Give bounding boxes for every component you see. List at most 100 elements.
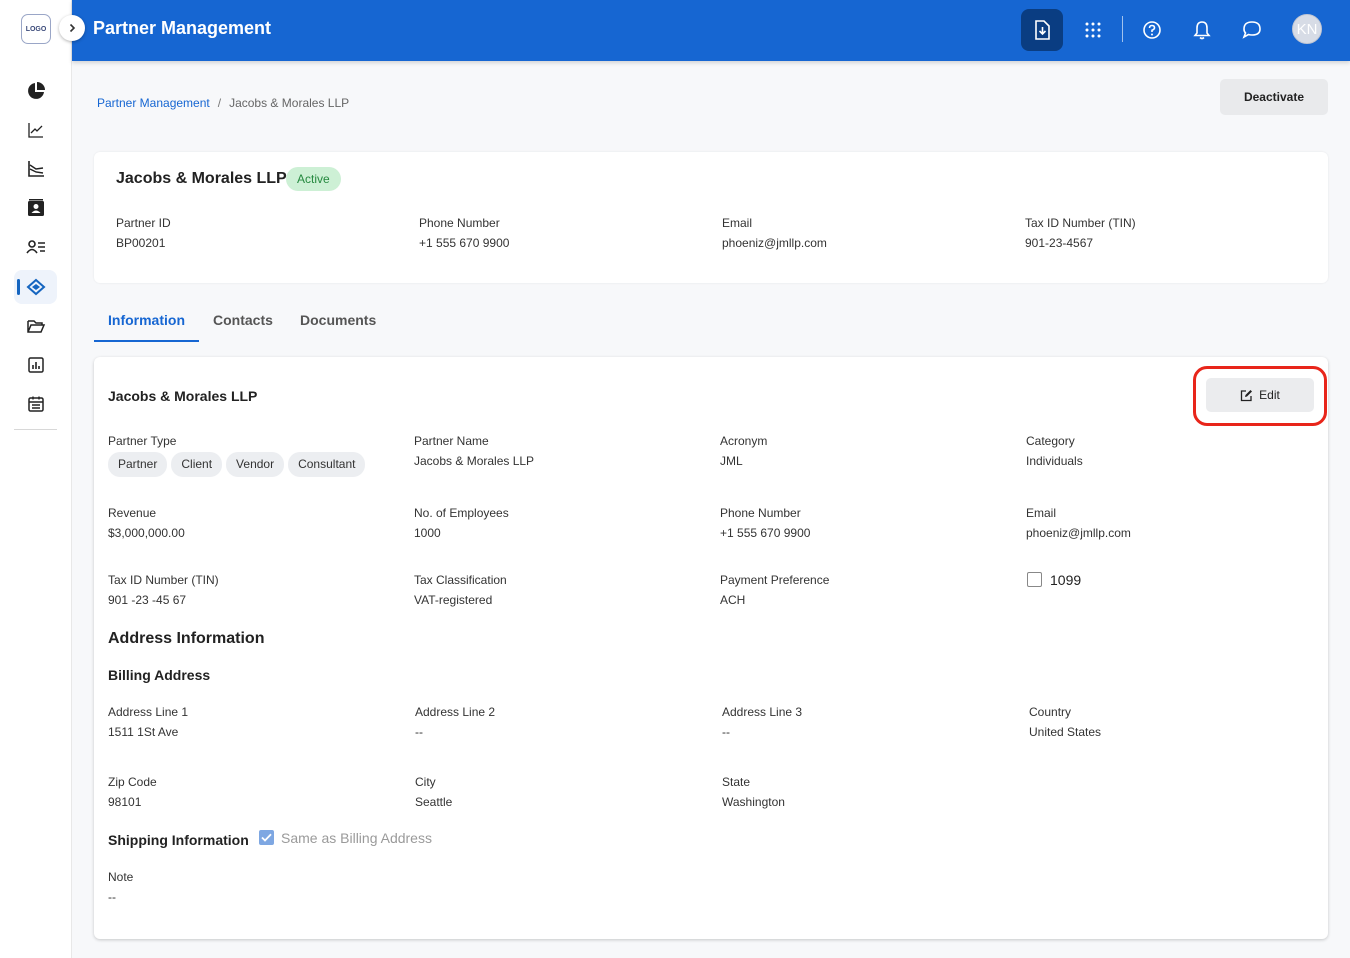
header-separator xyxy=(1122,16,1123,42)
pie-chart-icon xyxy=(27,82,45,99)
field-address-line-3: Address Line 3 -- xyxy=(722,705,802,739)
line-chart-icon xyxy=(27,123,43,138)
same-as-billing-checkbox[interactable] xyxy=(259,830,274,845)
field-value: Individuals xyxy=(1026,454,1083,468)
sidebar-item-users[interactable] xyxy=(14,230,57,264)
help-icon xyxy=(1143,21,1161,39)
field-tin: Tax ID Number (TIN) 901 -23 -45 67 xyxy=(108,573,219,607)
address-section-title: Address Information xyxy=(108,630,265,647)
field-country: Country United States xyxy=(1029,705,1101,739)
breadcrumb-current: Jacobs & Morales LLP xyxy=(229,96,350,110)
sidebar-item-partners[interactable] xyxy=(14,270,57,304)
sidebar-item-contacts[interactable] xyxy=(14,191,57,225)
field-revenue: Revenue $3,000,000.00 xyxy=(108,506,185,540)
field-label: Zip Code xyxy=(108,775,157,789)
notifications-button[interactable] xyxy=(1181,9,1223,51)
breadcrumb-parent-link[interactable]: Partner Management xyxy=(97,96,210,110)
field-label: Country xyxy=(1029,705,1072,719)
sidebar-item-analytics[interactable] xyxy=(14,113,57,147)
summary-partner-id: Partner ID BP00201 xyxy=(116,216,171,250)
field-value: -- xyxy=(415,725,423,739)
form-1099-checkbox[interactable] xyxy=(1027,572,1042,587)
information-card: Jacobs & Morales LLP Edit Partner Type P… xyxy=(94,357,1328,939)
field-value: 1511 1St Ave xyxy=(108,725,179,739)
chat-button[interactable] xyxy=(1231,9,1273,51)
sidebar-divider xyxy=(14,429,57,430)
chevron-right-icon xyxy=(69,23,76,33)
edit-button-label: Edit xyxy=(1259,388,1280,402)
field-value: phoeniz@jmllp.com xyxy=(722,236,827,250)
field-value: United States xyxy=(1029,725,1102,739)
field-payment-preference: Payment Preference ACH xyxy=(720,573,829,607)
chip-consultant: Consultant xyxy=(288,452,366,477)
chip-client: Client xyxy=(171,452,223,477)
field-value: Washington xyxy=(722,795,785,809)
edit-icon xyxy=(1241,389,1253,401)
field-value: phoeniz@jmllp.com xyxy=(1026,526,1131,540)
field-label: Tax ID Number (TIN) xyxy=(108,573,219,587)
field-city: City Seattle xyxy=(415,775,452,809)
field-value: ACH xyxy=(720,593,746,607)
field-partner-type: Partner Type Partner Client Vendor Consu… xyxy=(108,434,369,477)
field-label: No. of Employees xyxy=(414,506,509,520)
field-employees: No. of Employees 1000 xyxy=(414,506,509,540)
trend-chart-icon xyxy=(27,161,44,177)
edit-button[interactable]: Edit xyxy=(1206,378,1314,412)
apps-grid-icon xyxy=(1085,22,1101,38)
field-value: +1 555 670 9900 xyxy=(419,236,510,250)
info-title: Jacobs & Morales LLP xyxy=(108,388,258,404)
field-label: Note xyxy=(108,870,134,884)
status-badge: Active xyxy=(286,167,341,191)
chat-icon xyxy=(1242,21,1261,39)
tab-documents[interactable]: Documents xyxy=(300,312,376,328)
field-value: -- xyxy=(108,890,116,904)
field-label: Tax ID Number (TIN) xyxy=(1025,216,1136,230)
field-label: Payment Preference xyxy=(720,573,830,587)
help-button[interactable] xyxy=(1131,9,1173,51)
sidebar: LOGO xyxy=(0,0,85,958)
field-value: 901 -23 -45 67 xyxy=(108,593,187,607)
field-label: Tax Classification xyxy=(414,573,507,587)
field-value: 901-23-4567 xyxy=(1025,236,1094,250)
partner-name-heading: Jacobs & Morales LLP xyxy=(116,170,287,187)
chip-partner: Partner xyxy=(108,452,168,477)
field-label: State xyxy=(722,775,751,789)
sidebar-item-reports[interactable] xyxy=(14,348,57,382)
field-value: Seattle xyxy=(415,795,453,809)
user-list-icon xyxy=(25,240,45,254)
breadcrumb-separator: / xyxy=(217,96,222,110)
sidebar-item-trends[interactable] xyxy=(14,152,57,186)
field-phone: Phone Number +1 555 670 9900 xyxy=(720,506,810,540)
contact-book-icon xyxy=(27,199,44,216)
shipping-information-title: Shipping Information xyxy=(108,832,249,848)
chip-vendor: Vendor xyxy=(226,452,285,477)
sidebar-item-dashboard[interactable] xyxy=(14,74,57,108)
deactivate-button[interactable]: Deactivate xyxy=(1220,79,1328,115)
report-icon xyxy=(27,357,44,373)
sidebar-item-files[interactable] xyxy=(14,309,57,343)
field-value: 1000 xyxy=(414,526,441,540)
app-logo[interactable]: LOGO xyxy=(21,14,51,44)
tab-contacts[interactable]: Contacts xyxy=(213,312,273,328)
active-tab-indicator xyxy=(94,340,199,342)
field-address-line-2: Address Line 2 -- xyxy=(415,705,495,739)
field-label: Acronym xyxy=(720,434,768,448)
sidebar-item-calendar[interactable] xyxy=(14,387,57,421)
apps-grid-button[interactable] xyxy=(1072,9,1114,51)
partner-summary-card: Jacobs & Morales LLP Active Partner ID B… xyxy=(94,152,1328,283)
top-header: Partner Management KN xyxy=(72,0,1350,61)
field-value: 98101 xyxy=(108,795,142,809)
field-category: Category Individuals xyxy=(1026,434,1083,468)
download-doc-icon xyxy=(1035,20,1050,40)
download-doc-button[interactable] xyxy=(1021,9,1063,51)
tab-information[interactable]: Information xyxy=(108,312,185,328)
same-as-billing-label: Same as Billing Address xyxy=(281,830,432,846)
field-label: City xyxy=(415,775,436,789)
user-avatar[interactable]: KN xyxy=(1292,14,1322,44)
folder-open-icon xyxy=(26,320,45,333)
field-label: Partner Type xyxy=(108,434,177,448)
field-label: Phone Number xyxy=(419,216,500,230)
sidebar-collapse-button[interactable] xyxy=(59,15,85,41)
field-state: State Washington xyxy=(722,775,785,809)
field-label: Partner ID xyxy=(116,216,171,230)
